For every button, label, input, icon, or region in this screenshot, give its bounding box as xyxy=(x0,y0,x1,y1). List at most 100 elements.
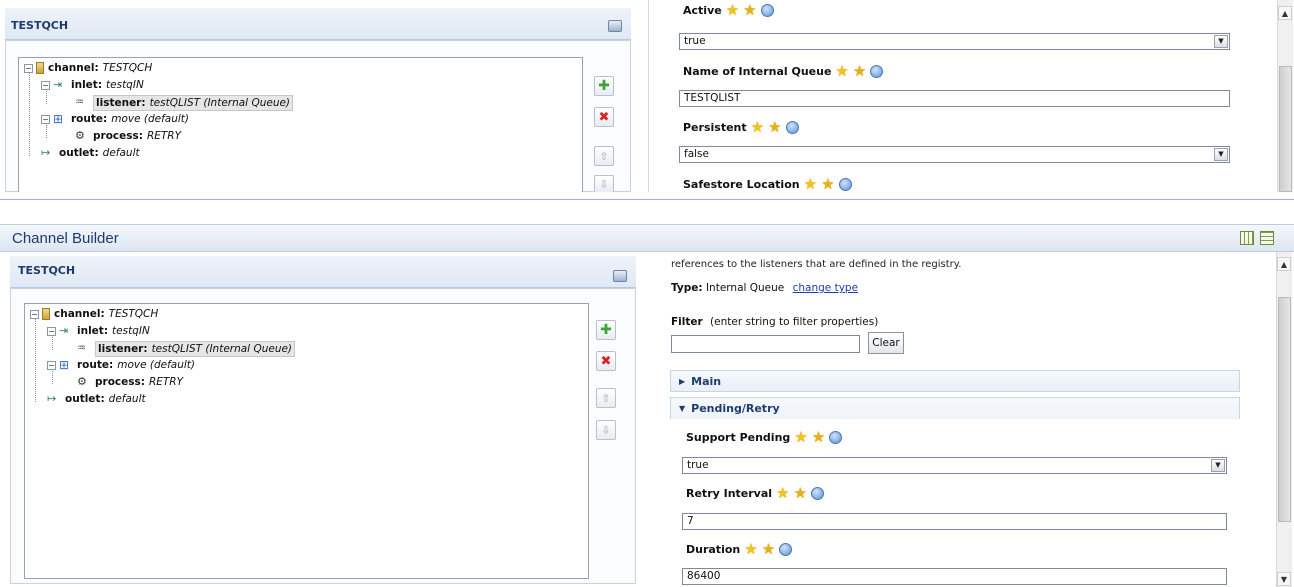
active-label-row: Active ★ ★ xyxy=(683,1,774,19)
delete-button[interactable]: ✖ xyxy=(596,351,616,371)
queue-name-input[interactable]: TESTQLIST xyxy=(679,90,1230,107)
queue-label-row: Name of Internal Queue ★ ★ xyxy=(683,62,884,80)
duration-input[interactable]: 86400 xyxy=(682,568,1227,585)
star-icon: ★ xyxy=(776,484,790,502)
top-right-pane: Active ★ ★ true ▼ Name of Internal Queue… xyxy=(648,0,1294,192)
star-icon: ★ xyxy=(744,540,758,558)
tree-item-listener[interactable]: ♒ listener: testQLIST (Internal Queue) xyxy=(77,341,296,357)
channel-icon xyxy=(36,62,44,74)
dropdown-arrow-icon[interactable]: ▼ xyxy=(1214,35,1228,48)
safestore-label-row: Safestore Location ★ ★ xyxy=(683,177,852,192)
tree-item-outlet[interactable]: ↦ outlet: default xyxy=(47,392,146,406)
list-view-icon[interactable] xyxy=(1260,231,1274,245)
collapse-toggle-icon[interactable]: − xyxy=(47,326,56,336)
help-icon[interactable] xyxy=(829,430,843,444)
outlet-icon: ↦ xyxy=(47,392,57,405)
support-pending-select[interactable]: true ▼ xyxy=(682,457,1227,474)
tree-item-channel[interactable]: − channel: TESTQCH xyxy=(24,61,152,75)
channel-builder-titlebar: Channel Builder xyxy=(0,224,1294,252)
route-icon: ⊞ xyxy=(53,112,64,126)
scroll-up-arrow[interactable]: ▲ xyxy=(1278,6,1292,20)
section-main[interactable]: ▶ Main xyxy=(670,370,1240,392)
help-icon[interactable] xyxy=(810,486,824,500)
description-text: references to the listeners that are def… xyxy=(671,259,962,270)
move-up-button[interactable]: ⇧ xyxy=(594,146,614,166)
print-icon[interactable] xyxy=(608,20,622,32)
help-icon[interactable] xyxy=(870,64,884,78)
outlet-icon: ↦ xyxy=(41,146,51,159)
channel-builder-title: Channel Builder xyxy=(12,230,119,247)
help-icon[interactable] xyxy=(779,542,793,556)
star-icon: ★ xyxy=(794,428,808,446)
clear-button[interactable]: Clear xyxy=(868,332,904,354)
type-row: Type: Internal Queue change type xyxy=(671,282,859,294)
collapse-toggle-icon[interactable]: − xyxy=(41,114,50,124)
process-icon: ⚙ xyxy=(75,129,85,142)
add-button[interactable]: ✚ xyxy=(594,76,614,96)
star-icon: ★ xyxy=(793,484,807,502)
change-type-link[interactable]: change type xyxy=(793,282,858,294)
tree-item-process[interactable]: ⚙ process: RETRY xyxy=(75,129,181,143)
print-icon[interactable] xyxy=(613,270,627,282)
help-icon[interactable] xyxy=(838,177,852,191)
collapse-toggle-icon[interactable]: − xyxy=(30,309,39,319)
tree-item-inlet[interactable]: − ⇥ inlet: testqIN xyxy=(47,324,150,338)
top-screenshot-region: TESTQCH − channel: TESTQCH − ⇥ inlet: test… xyxy=(0,0,1294,200)
scroll-up-arrow[interactable]: ▲ xyxy=(1277,257,1291,271)
star-icon: ★ xyxy=(811,428,826,446)
listener-icon: ♒ xyxy=(75,97,84,108)
listener-selection[interactable]: listener: testQLIST (Internal Queue) xyxy=(93,95,294,111)
dropdown-arrow-icon[interactable]: ▼ xyxy=(1211,459,1225,472)
grid-view-icon[interactable] xyxy=(1240,231,1254,245)
process-icon: ⚙ xyxy=(77,375,87,388)
builder-tree-view[interactable]: − channel: TESTQCH − ⇥ inlet: testqIN ♒ li… xyxy=(24,303,589,579)
inlet-icon: ⇥ xyxy=(59,324,69,337)
expand-arrow-icon: ▶ xyxy=(679,376,686,386)
scroll-thumb[interactable] xyxy=(1278,297,1291,522)
top-tree-view[interactable]: − channel: TESTQCH − ⇥ inlet: testqIN ♒ li… xyxy=(18,57,583,192)
collapse-arrow-icon: ▼ xyxy=(679,404,686,413)
move-up-button[interactable]: ⇧ xyxy=(596,388,616,408)
tree-item-listener[interactable]: ♒ listener: testQLIST (Internal Queue) xyxy=(75,95,294,111)
collapse-toggle-icon[interactable]: − xyxy=(47,360,56,370)
builder-scrollbar[interactable]: ▲ ▼ xyxy=(1276,252,1292,587)
builder-right-pane: references to the listeners that are def… xyxy=(656,252,1294,587)
builder-left-header: TESTQCH xyxy=(10,256,636,288)
move-down-button[interactable]: ⇩ xyxy=(594,175,614,192)
add-button[interactable]: ✚ xyxy=(596,320,616,340)
top-left-header: TESTQCH xyxy=(5,8,631,40)
active-select[interactable]: true ▼ xyxy=(679,33,1230,50)
tree-item-process[interactable]: ⚙ process: RETRY xyxy=(77,375,183,389)
tree-item-channel[interactable]: − channel: TESTQCH xyxy=(30,307,158,321)
scroll-thumb[interactable] xyxy=(1279,66,1292,192)
section-pending-retry[interactable]: ▼ Pending/Retry xyxy=(670,397,1240,419)
channel-icon xyxy=(42,308,50,320)
tree-item-inlet[interactable]: − ⇥ inlet: testqIN xyxy=(41,78,144,92)
move-down-button[interactable]: ⇩ xyxy=(596,420,616,440)
star-icon: ★ xyxy=(743,1,757,19)
tree-item-route[interactable]: − ⊞ route: move (default) xyxy=(41,112,189,126)
tree-item-route[interactable]: − ⊞ route: move (default) xyxy=(47,358,195,372)
delete-button[interactable]: ✖ xyxy=(594,107,614,127)
help-icon[interactable] xyxy=(760,3,774,17)
star-icon: ★ xyxy=(835,62,849,80)
filter-input[interactable] xyxy=(671,335,860,353)
route-icon: ⊞ xyxy=(59,358,70,372)
support-pending-label-row: Support Pending ★ ★ xyxy=(686,428,843,446)
collapse-toggle-icon[interactable]: − xyxy=(24,63,33,73)
inlet-icon: ⇥ xyxy=(53,78,63,91)
collapse-toggle-icon[interactable]: − xyxy=(41,80,50,90)
builder-panel-title: TESTQCH xyxy=(18,264,76,277)
dropdown-arrow-icon[interactable]: ▼ xyxy=(1214,148,1228,161)
persistent-select[interactable]: false ▼ xyxy=(679,146,1230,163)
top-scrollbar[interactable]: ▲ xyxy=(1277,0,1293,192)
listener-icon: ♒ xyxy=(77,343,86,354)
retry-interval-label-row: Retry Interval ★ ★ xyxy=(686,484,824,502)
star-icon: ★ xyxy=(750,118,765,136)
top-panel-title: TESTQCH xyxy=(11,19,69,32)
retry-interval-input[interactable]: 7 xyxy=(682,513,1227,530)
help-icon[interactable] xyxy=(785,120,799,134)
scroll-down-arrow[interactable]: ▼ xyxy=(1277,572,1291,586)
listener-selection[interactable]: listener: testQLIST (Internal Queue) xyxy=(95,341,296,357)
tree-item-outlet[interactable]: ↦ outlet: default xyxy=(41,146,140,160)
